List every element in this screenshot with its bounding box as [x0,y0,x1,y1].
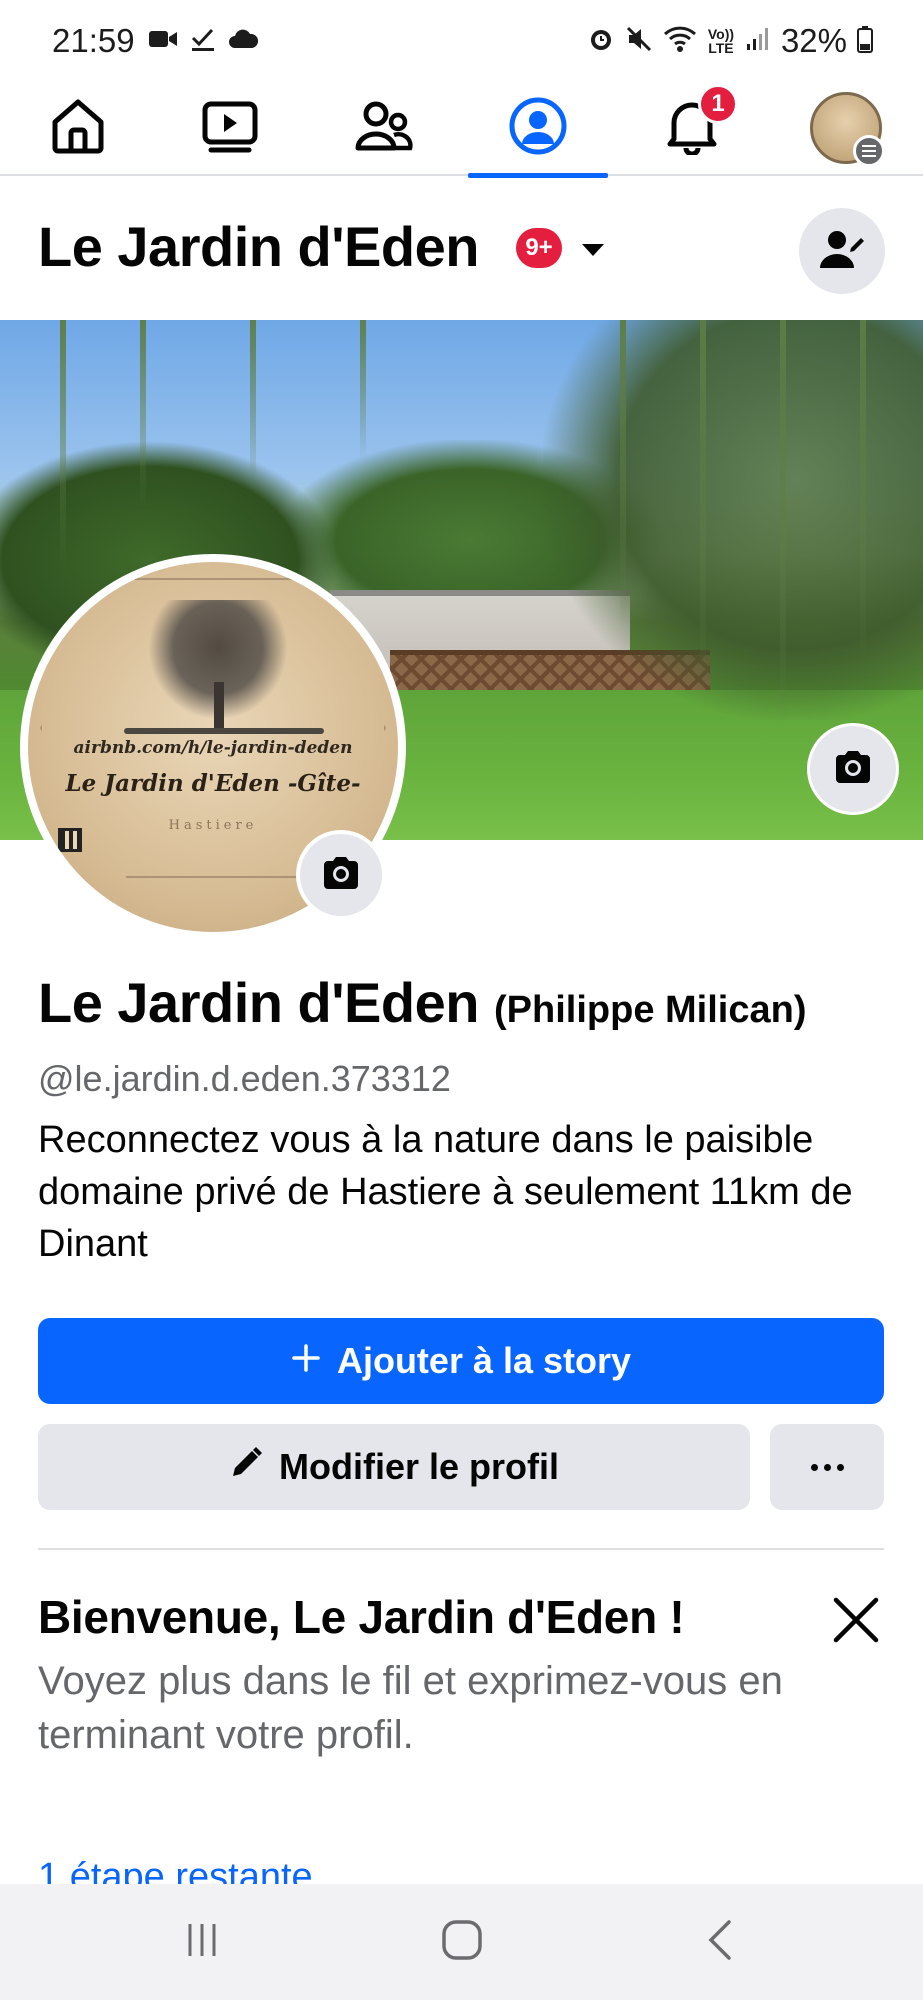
page-title[interactable]: Le Jardin d'Eden [38,214,479,279]
volte-icon: Vo)) LTE [707,26,735,56]
chevron-down-icon[interactable] [582,244,604,256]
status-right-icons: Vo)) LTE 32% [587,22,873,60]
close-icon [828,1597,884,1652]
edit-cover-camera-button[interactable] [810,726,896,812]
pencil-icon [229,1446,263,1489]
back-button[interactable] [660,1904,780,1980]
edit-profile-picture-camera-button[interactable] [300,834,382,916]
android-navigation-bar [0,1884,923,2000]
cloud-icon [228,28,259,55]
nav-video[interactable] [160,80,300,176]
profile-display-name: Le Jardin d'Eden [38,971,479,1034]
profile-switch-badge: 9+ [516,228,562,268]
avatar-url-text: airbnb.com/h/le-jardin-deden [73,738,353,758]
welcome-title: Bienvenue, Le Jardin d'Eden ! [38,1591,685,1643]
back-icon [705,1918,735,1967]
edit-profile-label: Modifier le profil [278,1446,559,1487]
edit-profile-button[interactable]: Modifier le profil [38,1424,750,1510]
status-left-icons [148,26,259,57]
camera-icon [833,750,873,789]
avatar-name-text: Le Jardin d'Eden -Gîte- [65,770,361,797]
friends-icon [354,98,414,159]
add-to-story-button[interactable]: Ajouter à la story [38,1318,884,1404]
video-call-icon [148,28,178,55]
checkmark-icon [190,26,216,57]
battery-icon [857,25,873,58]
signal-icon [745,26,771,57]
video-icon [201,98,259,159]
profile-header: Le Jardin d'Eden 9+ [0,178,923,318]
plus-icon [291,1340,321,1382]
nav-menu[interactable] [776,80,916,176]
status-bar: 21:59 Vo)) LTE 32% [0,0,923,80]
status-time: 21:59 [52,22,135,59]
recents-button[interactable] [142,1904,262,1980]
person-edit-icon [819,228,865,275]
profile-alternate-name: (Philippe Milican) [494,989,807,1031]
welcome-text: Voyez plus dans le fil et exprimez-vous … [38,1659,783,1757]
more-options-button[interactable] [770,1424,884,1510]
qr-code-icon [58,828,82,852]
battery-percentage: 32% [780,22,847,59]
profile-handle: @le.jardin.d.eden.373312 [38,1058,451,1099]
camera-icon [321,856,361,895]
notification-badge: 1 [698,84,738,124]
home-button[interactable] [402,1904,522,1980]
profile-name: Le Jardin d'Eden (Philippe Milican) [38,970,807,1035]
wifi-icon [663,25,697,58]
home-icon [49,98,107,159]
alarm-icon [587,25,615,58]
avatar-place-text: Hastiere [168,818,258,833]
nav-friends[interactable] [314,80,454,176]
nav-profile[interactable] [468,80,608,178]
nav-notifications[interactable]: 1 [622,80,762,176]
home-button-icon [440,1918,484,1967]
avatar-menu-icon [810,92,885,167]
profile-icon [508,96,568,161]
mute-icon [625,25,653,58]
recents-icon [182,1920,222,1965]
nav-home[interactable] [8,80,148,176]
add-to-story-label: Ajouter à la story [336,1340,632,1381]
top-navigation: 1 [0,80,923,178]
menu-lines-icon [853,135,885,167]
close-welcome-button[interactable] [828,1592,884,1648]
profile-bio: Reconnectez vous à la nature dans le pai… [38,1119,853,1265]
edit-profile-person-button[interactable] [799,208,885,294]
section-divider [38,1548,884,1550]
